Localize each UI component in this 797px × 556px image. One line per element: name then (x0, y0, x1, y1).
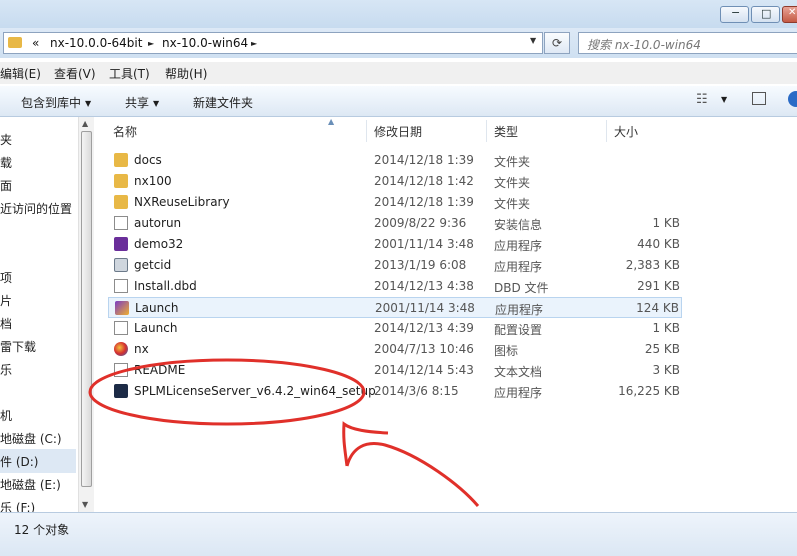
annotation-circle (88, 358, 366, 426)
red-annotation (88, 358, 480, 507)
status-bar: 12 个对象 (0, 512, 797, 556)
item-count: 12 个对象 (14, 523, 70, 537)
annotation-arrow (345, 442, 480, 507)
